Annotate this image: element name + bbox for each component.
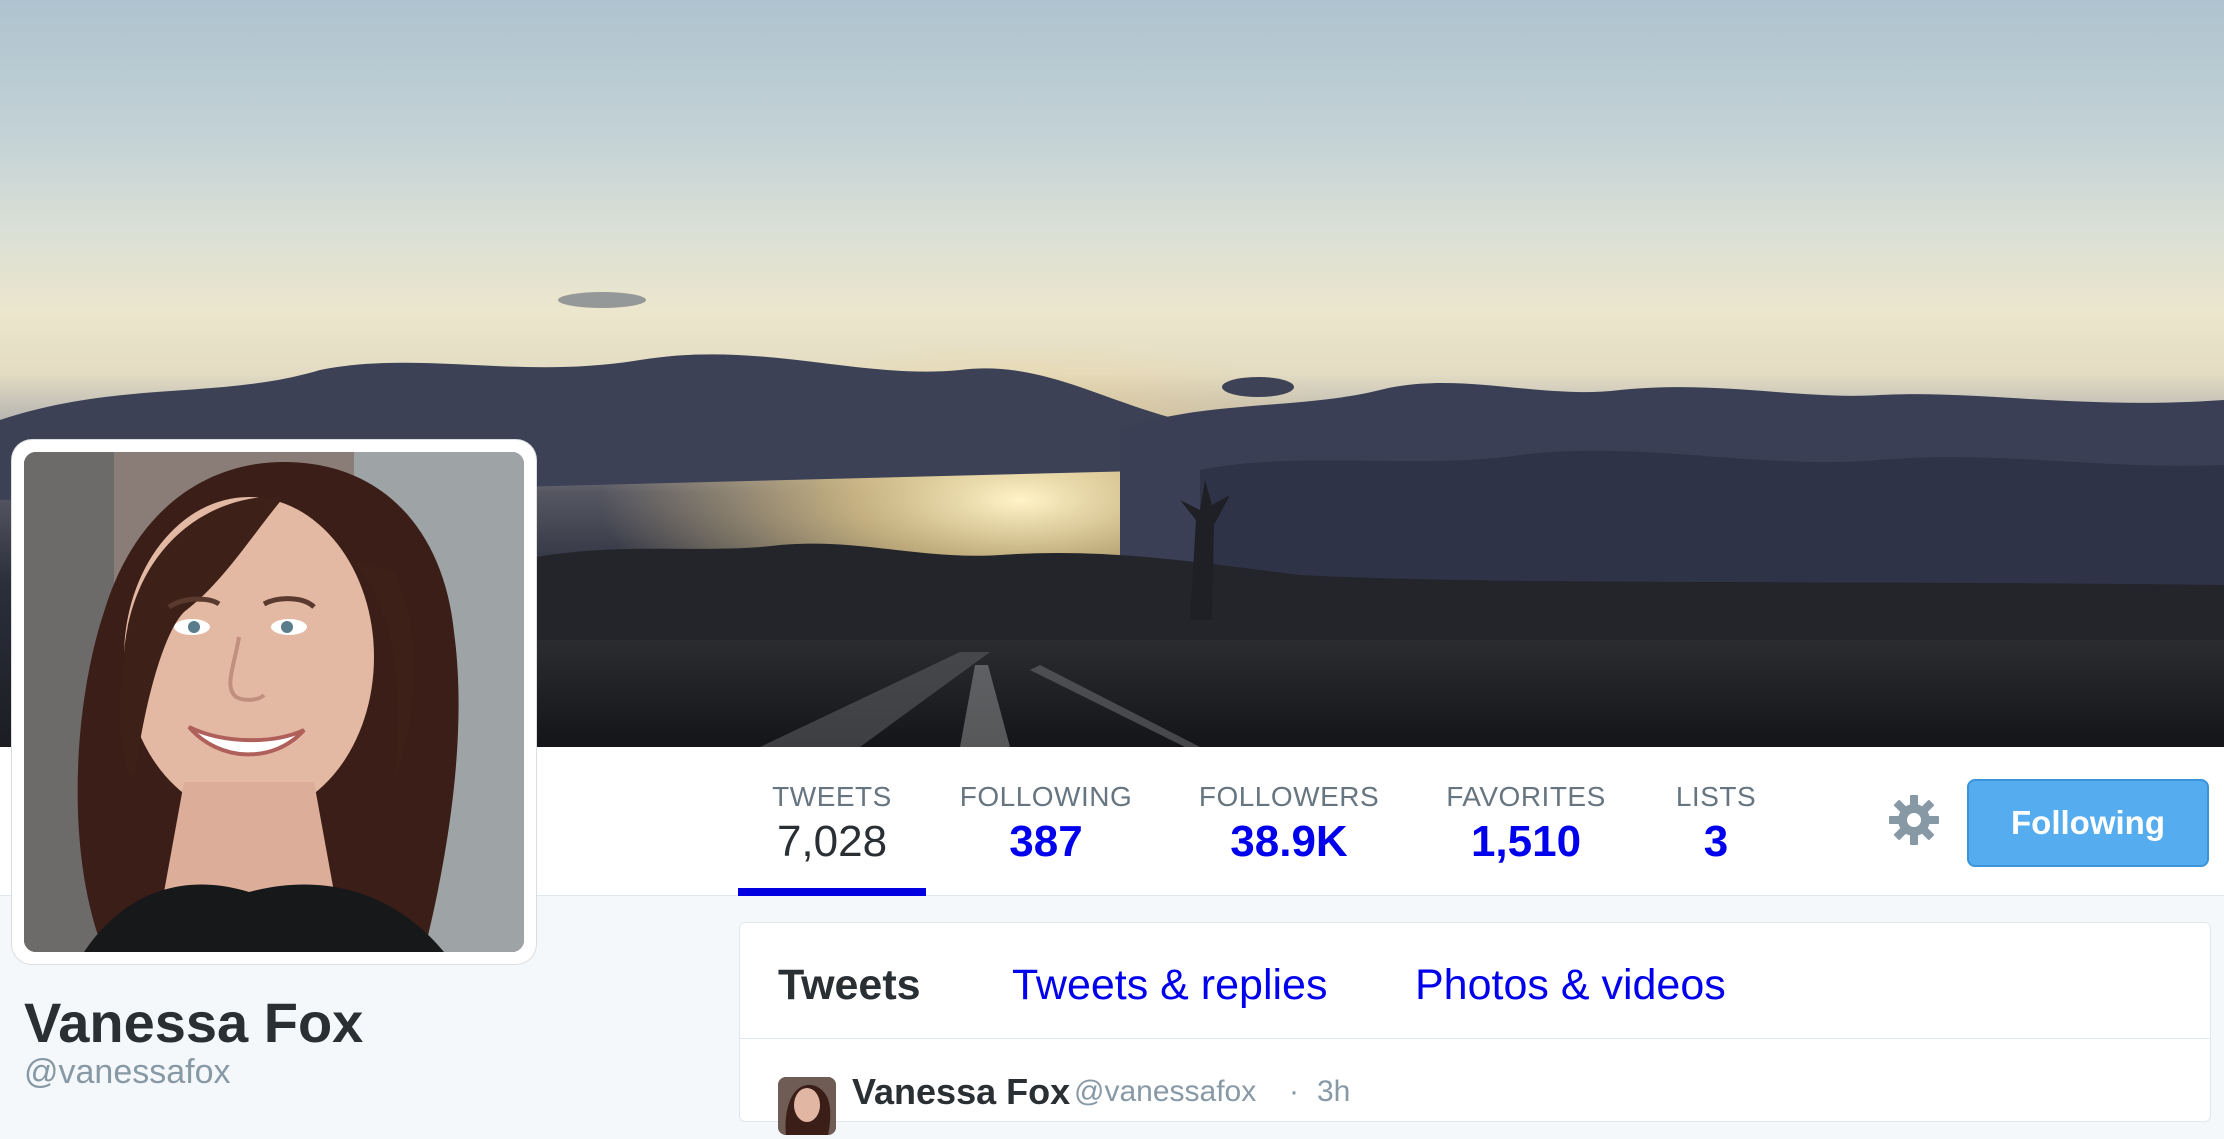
tab-tweets[interactable]: Tweets <box>778 961 921 1010</box>
stat-label: LISTS <box>1675 781 1757 812</box>
following-button[interactable]: Following <box>1967 779 2209 867</box>
stat-following[interactable]: FOLLOWING 387 <box>954 747 1138 895</box>
tab-tweets-and-replies[interactable]: Tweets & replies <box>1012 961 1327 1010</box>
stat-value: 38.9K <box>1230 817 1348 866</box>
tweet-author-name[interactable]: Vanessa Fox <box>852 1071 1070 1113</box>
timeline-tabs: Tweets Tweets & replies Photos & videos <box>740 923 2210 1039</box>
stat-label: FOLLOWERS <box>1198 781 1380 812</box>
stat-value: 387 <box>1009 817 1083 866</box>
tweet-timestamp[interactable]: 3h <box>1317 1075 1350 1109</box>
stat-label: TWEETS <box>772 781 892 812</box>
avatar-photo <box>24 452 524 952</box>
stat-lists[interactable]: LISTS 3 <box>1668 747 1764 895</box>
stat-label: FAVORITES <box>1446 781 1606 812</box>
stat-value: 3 <box>1703 817 1729 866</box>
stat-label: FOLLOWING <box>959 781 1133 812</box>
tweet-author-avatar[interactable] <box>778 1077 836 1135</box>
profile-avatar[interactable] <box>12 440 536 964</box>
active-stat-underline <box>738 888 926 896</box>
stat-value: 1,510 <box>1470 817 1582 866</box>
stat-tweets[interactable]: TWEETS 7,028 <box>738 747 926 896</box>
profile-name[interactable]: Vanessa Fox <box>24 990 363 1055</box>
stat-favorites[interactable]: FAVORITES 1,510 <box>1444 747 1608 895</box>
profile-handle[interactable]: @vanessafox <box>24 1053 231 1092</box>
tweet-item[interactable]: Vanessa Fox @vanessafox · 3h <box>740 1039 2210 1139</box>
stat-value: 7,028 <box>776 817 888 866</box>
timeline-panel: Tweets Tweets & replies Photos & videos … <box>739 922 2211 1135</box>
stat-followers[interactable]: FOLLOWERS 38.9K <box>1198 747 1380 895</box>
tab-photos-and-videos[interactable]: Photos & videos <box>1415 961 1726 1010</box>
tweet-meta-separator: · <box>1289 1075 1299 1108</box>
gear-icon[interactable] <box>1884 790 1944 850</box>
tweet-author-handle[interactable]: @vanessafox <box>1074 1075 1256 1109</box>
